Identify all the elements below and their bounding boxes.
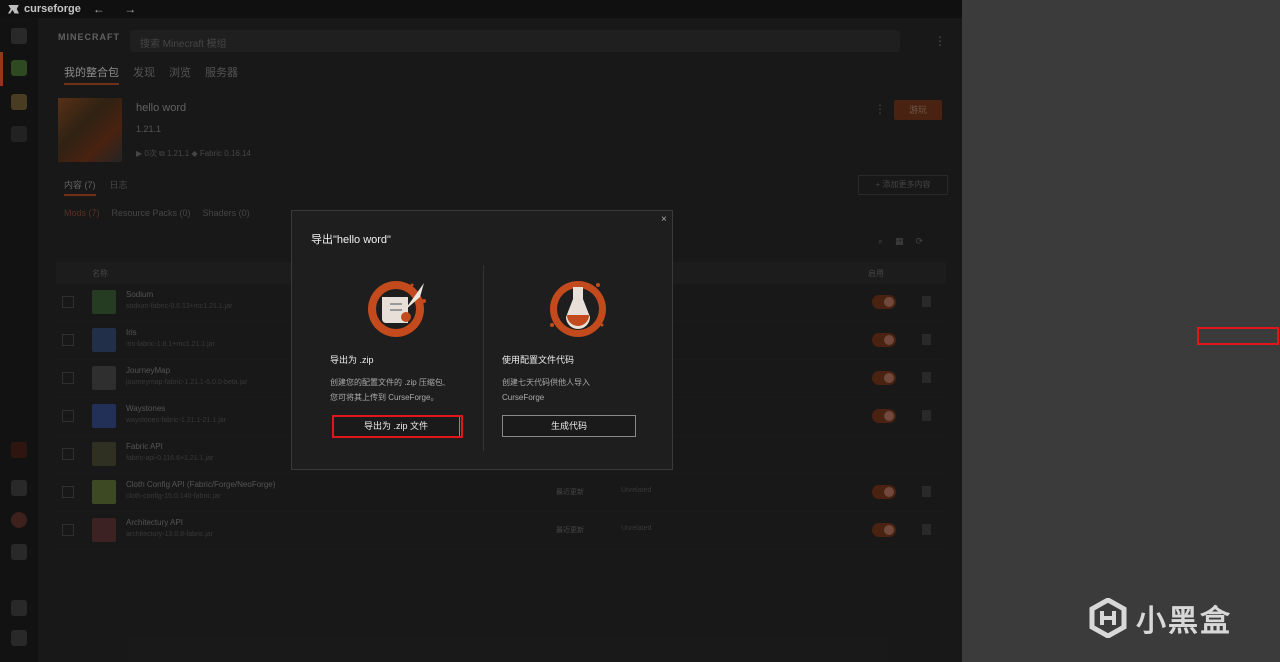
- divider: [483, 265, 484, 451]
- highlight-box-right: [1197, 327, 1279, 345]
- watermark-text: 小黑盒: [1136, 605, 1232, 638]
- zip-option-description: 创建您的配置文件的 .zip 压缩包, 您可将其上传到 CurseForge。: [330, 378, 446, 402]
- potion-flask-icon: [550, 281, 606, 337]
- generate-code-button[interactable]: 生成代码: [502, 415, 636, 437]
- scroll-quill-icon: [368, 281, 426, 337]
- code-option-description: 创建七天代码供他人导入 CurseForge: [502, 378, 590, 402]
- zip-option-title: 导出为 .zip: [330, 355, 374, 365]
- export-dialog: 导出"hello word" × 导出为 .zip 创建您的配置文件的 .zip…: [291, 210, 673, 470]
- xiaoheihe-logo-icon: [1089, 598, 1127, 638]
- side-panel: [962, 0, 1280, 662]
- export-zip-button[interactable]: 导出为 .zip 文件: [332, 415, 460, 437]
- code-option-title: 使用配置文件代码: [502, 355, 575, 365]
- curseforge-app: curseforge ← → MINECRAFT 搜索 Minecraft 模组…: [0, 0, 962, 662]
- watermark: 小黑盒: [1088, 596, 1232, 640]
- close-icon[interactable]: ×: [661, 214, 667, 225]
- dialog-title: 导出"hello word": [311, 234, 391, 246]
